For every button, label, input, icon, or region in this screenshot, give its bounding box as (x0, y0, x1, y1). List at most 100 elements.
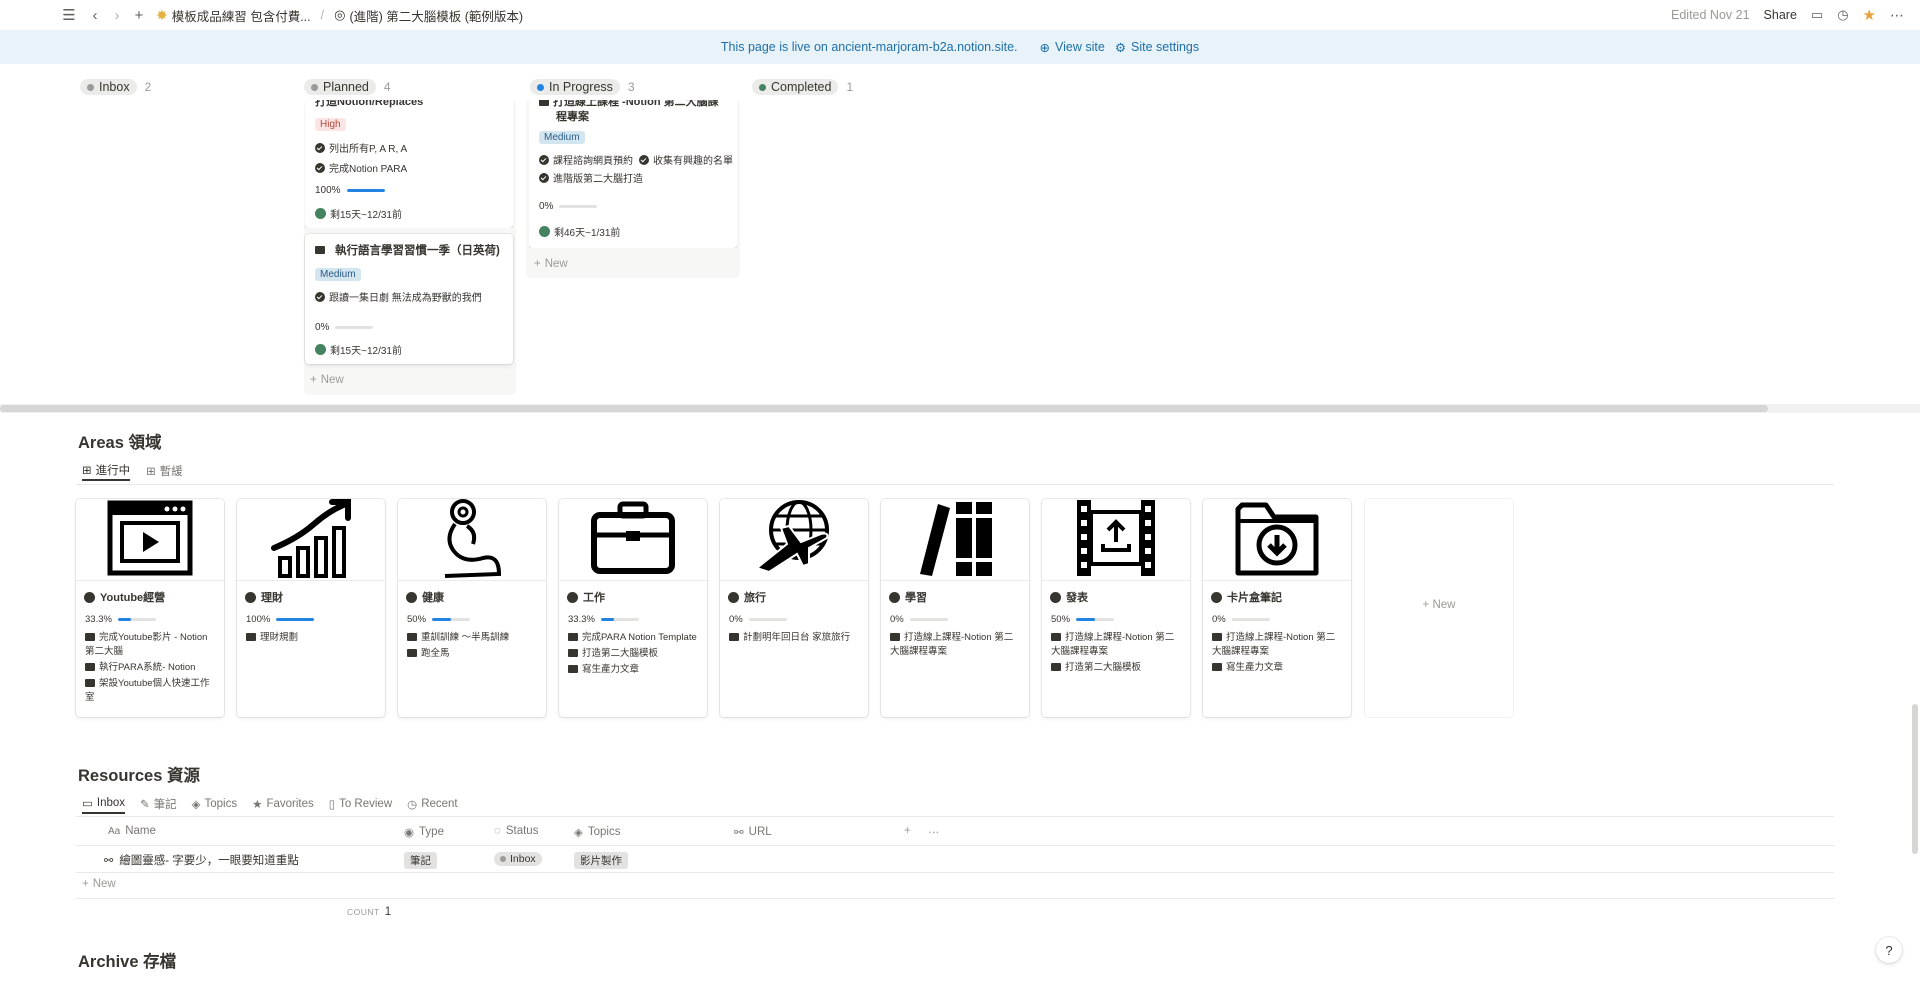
project-card[interactable]: 打造線上課程 -Notion 第二大腦課 程專案 Medium 課程諮詢網頁預約… (529, 100, 737, 248)
board-horizontal-scrollbar[interactable] (0, 404, 1920, 413)
page-vertical-scrollbar[interactable] (1910, 64, 1920, 984)
column-header-completed[interactable]: Completed 1 (752, 75, 853, 99)
public-page-banner: This page is live on ancient-marjoram-b2… (0, 30, 1920, 64)
column-header-in-progress[interactable]: In Progress 3 (530, 75, 635, 99)
tab-label: Topics (204, 798, 238, 810)
area-project-item[interactable]: 打造第二大腦模板 (1051, 661, 1181, 675)
sidebar-menu-icon[interactable]: ☰ (58, 4, 80, 26)
area-project-item[interactable]: 打造第二大腦模板 (568, 647, 698, 661)
area-project-item[interactable]: 計劃明年回日台 家旅旅行 (729, 631, 859, 645)
area-card[interactable]: 工作 33.3% 完成PARA Notion Template 打造第二大腦模板 寫生產… (559, 499, 707, 717)
area-card[interactable]: 卡片盒筆記 0% 打造線上課程-Notion 第二大腦課程專案 寫生產力文章 (1203, 499, 1351, 717)
area-card[interactable]: 健康 50% 重訓訓練 ～半馬訓練 跑全馬 (398, 499, 546, 717)
area-cover (559, 499, 707, 581)
scrollbar-thumb[interactable] (0, 405, 1768, 412)
view-site-link[interactable]: ⊕ View site (1040, 40, 1105, 55)
check-circle-icon (639, 154, 649, 165)
status-chip: Inbox (494, 852, 542, 866)
area-project-item[interactable]: 完成Youtube影片 - Notion第二大腦 (85, 631, 215, 659)
status-pill: Inbox (80, 79, 137, 95)
status-dot (759, 83, 766, 91)
area-project-item[interactable]: 寫生產力文章 (1212, 661, 1342, 675)
folder-download-icon (1234, 499, 1320, 580)
area-project-item[interactable]: 跑全馬 (407, 647, 537, 661)
star-icon: ★ (252, 799, 263, 811)
history-clock-icon[interactable]: ◷ (1837, 7, 1848, 23)
area-card[interactable]: 發表 50% 打造線上課程-Notion 第二大腦課程專案 打造第二大腦模板 (1042, 499, 1190, 717)
progress-bar (432, 618, 471, 621)
topic-chip: 影片製作 (574, 852, 628, 869)
project-card[interactable]: 執行語言學習習慣一季（日英荷) Medium 跟讀一集日劇 無法成為野獸的我們 … (305, 234, 513, 364)
area-title: 卡片盒筆記 (1227, 592, 1282, 604)
add-property-plus-icon[interactable]: + (904, 825, 911, 837)
site-settings-label: Site settings (1131, 40, 1200, 54)
project-label: 打造線上課程-Notion 第二大腦課程專案 (1212, 632, 1336, 657)
column-header-url[interactable]: ⚯ URL (734, 825, 772, 839)
check-circle-icon (315, 142, 325, 153)
divider (76, 845, 1834, 846)
area-project-item[interactable]: 打造線上課程-Notion 第二大腦課程專案 (890, 631, 1020, 659)
back-arrow-icon[interactable]: ‹ (84, 4, 106, 26)
favorite-star-icon[interactable]: ★ (1863, 6, 1876, 24)
edited-timestamp: Edited Nov 21 (1671, 8, 1750, 22)
tab-to-review[interactable]: ▯ To Review (329, 794, 392, 814)
area-card[interactable]: 學習 0% 打造線上課程-Notion 第二大腦課程專案 (881, 499, 1029, 717)
tab-inbox[interactable]: ▭ Inbox (82, 794, 126, 814)
column-label: Type (419, 826, 444, 838)
progress-value: 33.3% (85, 614, 112, 625)
forward-arrow-icon[interactable]: › (106, 4, 128, 26)
briefcase-icon (590, 501, 676, 578)
column-header-topics[interactable]: ◈ Topics (574, 825, 620, 839)
tab-topics[interactable]: ◈ Topics (192, 794, 237, 814)
area-project-item[interactable]: 執行PARA系統- Notion (85, 661, 215, 675)
crumb-parent[interactable]: ✸ 模板成品練習 包含付費... (156, 6, 311, 25)
column-header-type[interactable]: ◉ Type (404, 825, 444, 839)
project-card[interactable]: 打造Notion/Replaces High 列出所有P, A R, A 完成N… (305, 100, 513, 228)
share-button[interactable]: Share (1764, 8, 1797, 22)
tab-active-view[interactable]: ⊞ 進行中 (82, 461, 131, 481)
area-card[interactable]: 理財 100% 理財規劃 (237, 499, 385, 717)
divider (76, 484, 1834, 485)
area-title-icon (245, 591, 256, 603)
project-label: 跑全馬 (421, 648, 450, 659)
area-title-row: Youtube經營 (84, 589, 216, 605)
progress-bar (909, 618, 948, 621)
new-card-button[interactable]: + New (310, 374, 344, 386)
new-card-button[interactable]: + New (534, 258, 568, 270)
more-options-icon[interactable]: ⋯ (1890, 7, 1904, 24)
help-button[interactable]: ? (1876, 937, 1902, 963)
tab-paused-view[interactable]: ⊞ 暫緩 (146, 461, 183, 481)
progress-value: 0% (890, 614, 904, 625)
table-more-options-icon[interactable]: ⋯ (928, 825, 940, 839)
plus-icon: + (1422, 599, 1433, 611)
crumb-current[interactable]: ◎ (進階) 第二大腦模板 (範例版本) (334, 6, 523, 25)
area-project-item[interactable]: 寫生產力文章 (568, 663, 698, 677)
area-project-item[interactable]: 理財規劃 (246, 631, 376, 645)
area-card[interactable]: Youtube經營 33.3% 完成Youtube影片 - Notion第二大腦執行… (76, 499, 224, 717)
tab-favorites[interactable]: ★ Favorites (252, 794, 314, 814)
area-project-item[interactable]: 重訓訓練 ～半馬訓練 (407, 631, 537, 645)
new-row-button[interactable]: + New (82, 878, 116, 890)
column-header-status[interactable]: ◌ Status (494, 825, 538, 837)
new-area-card[interactable]: + New (1365, 499, 1513, 717)
site-settings-link[interactable]: ⚙ Site settings (1115, 40, 1199, 55)
area-card[interactable]: 旅行 0% 計劃明年回日台 家旅旅行 (720, 499, 868, 717)
comments-icon[interactable]: ▭ (1811, 7, 1823, 23)
help-label: ? (1885, 942, 1893, 958)
area-progress: 50% (407, 614, 537, 625)
progress-bar-fill (1076, 618, 1096, 621)
folder-icon (1051, 633, 1061, 642)
tab-notes[interactable]: ✎ 筆記 (140, 794, 177, 814)
area-project-item[interactable]: 打造線上課程-Notion 第二大腦課程專案 (1051, 631, 1181, 659)
column-header-planned[interactable]: Planned 4 (304, 75, 391, 99)
scrollbar-thumb[interactable] (1912, 704, 1918, 854)
area-project-item[interactable]: 打造線上課程-Notion 第二大腦課程專案 (1212, 631, 1342, 659)
due-date: 剩46天~1/31前 (539, 224, 620, 239)
area-progress: 100% (246, 614, 376, 625)
new-page-plus-icon[interactable]: + (128, 4, 150, 26)
area-project-item[interactable]: 完成PARA Notion Template (568, 631, 698, 645)
tab-recent[interactable]: ◷ Recent (407, 794, 457, 814)
column-header-inbox[interactable]: Inbox 2 (80, 75, 151, 99)
column-header-name[interactable]: Aa Name (108, 825, 156, 837)
area-project-item[interactable]: 架設Youtube個人快速工作室 (85, 677, 215, 705)
